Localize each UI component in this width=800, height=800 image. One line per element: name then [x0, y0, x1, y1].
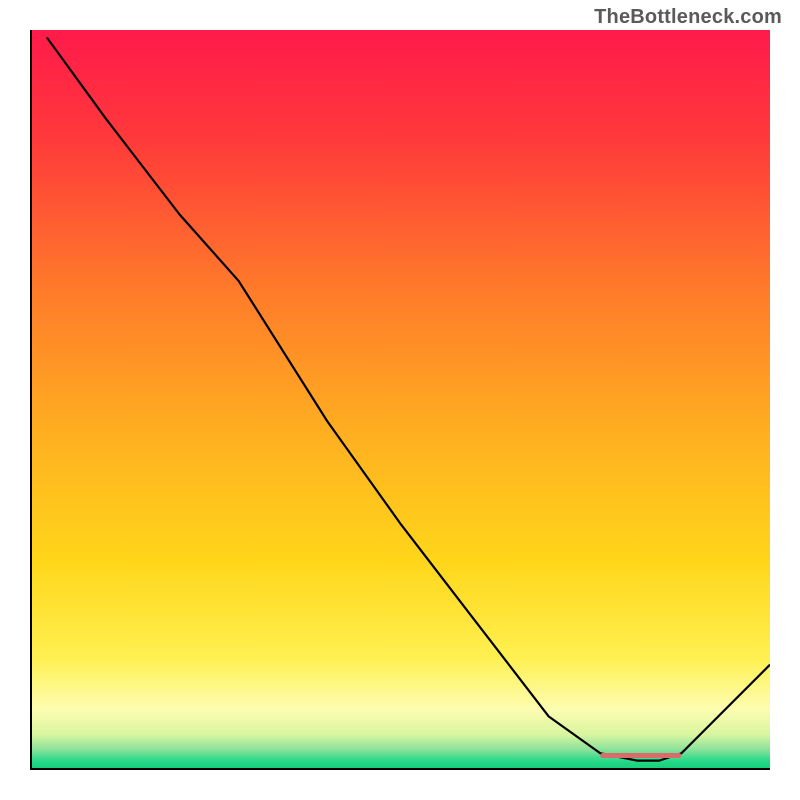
optimal-range-marker	[600, 753, 681, 758]
plot-area	[30, 30, 770, 770]
gradient-background	[32, 30, 770, 768]
watermark-text: TheBottleneck.com	[594, 6, 782, 29]
chart-svg	[32, 30, 770, 768]
chart-container: TheBottleneck.com	[0, 0, 800, 800]
